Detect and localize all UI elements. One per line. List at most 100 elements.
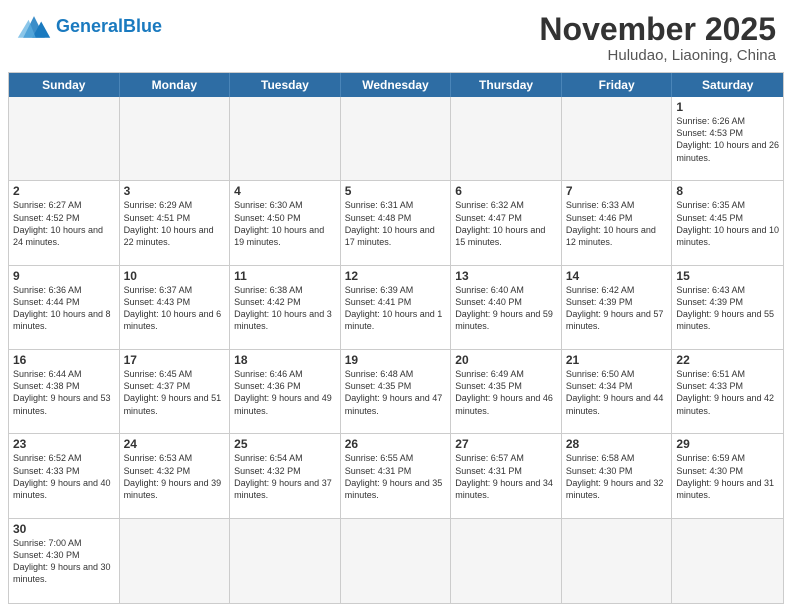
day-number: 7: [566, 184, 668, 198]
cell-info: Sunrise: 6:57 AMSunset: 4:31 PMDaylight:…: [455, 452, 557, 501]
day-cell-19: 19Sunrise: 6:48 AMSunset: 4:35 PMDayligh…: [341, 350, 452, 434]
cell-info: Sunrise: 6:50 AMSunset: 4:34 PMDaylight:…: [566, 368, 668, 417]
day-number: 6: [455, 184, 557, 198]
cell-info: Sunrise: 6:53 AMSunset: 4:32 PMDaylight:…: [124, 452, 226, 501]
calendar: Sunday Monday Tuesday Wednesday Thursday…: [8, 72, 784, 604]
day-number: 5: [345, 184, 447, 198]
cell-info: Sunrise: 6:54 AMSunset: 4:32 PMDaylight:…: [234, 452, 336, 501]
cell-info: Sunrise: 6:33 AMSunset: 4:46 PMDaylight:…: [566, 199, 668, 248]
empty-cell: [672, 519, 783, 603]
day-number: 13: [455, 269, 557, 283]
cell-info: Sunrise: 6:37 AMSunset: 4:43 PMDaylight:…: [124, 284, 226, 333]
day-cell-28: 28Sunrise: 6:58 AMSunset: 4:30 PMDayligh…: [562, 434, 673, 518]
cell-info: Sunrise: 6:27 AMSunset: 4:52 PMDaylight:…: [13, 199, 115, 248]
empty-cell: [562, 97, 673, 181]
calendar-grid: 1Sunrise: 6:26 AMSunset: 4:53 PMDaylight…: [9, 97, 783, 603]
day-headers: Sunday Monday Tuesday Wednesday Thursday…: [9, 73, 783, 97]
day-cell-3: 3Sunrise: 6:29 AMSunset: 4:51 PMDaylight…: [120, 181, 231, 265]
header: GeneralBlue November 2025 Huludao, Liaon…: [0, 0, 792, 72]
cell-info: Sunrise: 6:55 AMSunset: 4:31 PMDaylight:…: [345, 452, 447, 501]
day-cell-12: 12Sunrise: 6:39 AMSunset: 4:41 PMDayligh…: [341, 266, 452, 350]
day-cell-4: 4Sunrise: 6:30 AMSunset: 4:50 PMDaylight…: [230, 181, 341, 265]
day-cell-22: 22Sunrise: 6:51 AMSunset: 4:33 PMDayligh…: [672, 350, 783, 434]
cell-info: Sunrise: 6:29 AMSunset: 4:51 PMDaylight:…: [124, 199, 226, 248]
day-number: 20: [455, 353, 557, 367]
day-number: 19: [345, 353, 447, 367]
day-cell-5: 5Sunrise: 6:31 AMSunset: 4:48 PMDaylight…: [341, 181, 452, 265]
empty-cell: [230, 97, 341, 181]
day-number: 29: [676, 437, 779, 451]
day-number: 3: [124, 184, 226, 198]
day-number: 25: [234, 437, 336, 451]
empty-cell: [451, 519, 562, 603]
day-cell-26: 26Sunrise: 6:55 AMSunset: 4:31 PMDayligh…: [341, 434, 452, 518]
day-number: 8: [676, 184, 779, 198]
header-monday: Monday: [120, 73, 231, 97]
logo-text: GeneralBlue: [56, 17, 162, 35]
empty-cell: [120, 519, 231, 603]
day-number: 16: [13, 353, 115, 367]
month-title: November 2025: [539, 12, 776, 47]
day-number: 23: [13, 437, 115, 451]
empty-cell: [341, 97, 452, 181]
day-number: 30: [13, 522, 115, 536]
day-cell-30: 30Sunrise: 7:00 AMSunset: 4:30 PMDayligh…: [9, 519, 120, 603]
day-cell-16: 16Sunrise: 6:44 AMSunset: 4:38 PMDayligh…: [9, 350, 120, 434]
header-saturday: Saturday: [672, 73, 783, 97]
cell-info: Sunrise: 6:39 AMSunset: 4:41 PMDaylight:…: [345, 284, 447, 333]
day-cell-9: 9Sunrise: 6:36 AMSunset: 4:44 PMDaylight…: [9, 266, 120, 350]
cell-info: Sunrise: 6:52 AMSunset: 4:33 PMDaylight:…: [13, 452, 115, 501]
day-cell-24: 24Sunrise: 6:53 AMSunset: 4:32 PMDayligh…: [120, 434, 231, 518]
logo-icon: [16, 12, 52, 40]
header-sunday: Sunday: [9, 73, 120, 97]
cell-info: Sunrise: 6:35 AMSunset: 4:45 PMDaylight:…: [676, 199, 779, 248]
empty-cell: [230, 519, 341, 603]
day-number: 24: [124, 437, 226, 451]
cell-info: Sunrise: 6:49 AMSunset: 4:35 PMDaylight:…: [455, 368, 557, 417]
location-title: Huludao, Liaoning, China: [539, 47, 776, 64]
cell-info: Sunrise: 6:58 AMSunset: 4:30 PMDaylight:…: [566, 452, 668, 501]
day-number: 11: [234, 269, 336, 283]
cell-info: Sunrise: 6:46 AMSunset: 4:36 PMDaylight:…: [234, 368, 336, 417]
day-cell-15: 15Sunrise: 6:43 AMSunset: 4:39 PMDayligh…: [672, 266, 783, 350]
day-number: 14: [566, 269, 668, 283]
day-number: 9: [13, 269, 115, 283]
day-cell-23: 23Sunrise: 6:52 AMSunset: 4:33 PMDayligh…: [9, 434, 120, 518]
cell-info: Sunrise: 6:26 AMSunset: 4:53 PMDaylight:…: [676, 115, 779, 164]
cell-info: Sunrise: 6:59 AMSunset: 4:30 PMDaylight:…: [676, 452, 779, 501]
day-number: 27: [455, 437, 557, 451]
cell-info: Sunrise: 6:38 AMSunset: 4:42 PMDaylight:…: [234, 284, 336, 333]
logo-blue: Blue: [123, 16, 162, 36]
logo: GeneralBlue: [16, 12, 162, 40]
cell-info: Sunrise: 7:00 AMSunset: 4:30 PMDaylight:…: [13, 537, 115, 586]
day-number: 12: [345, 269, 447, 283]
day-number: 1: [676, 100, 779, 114]
day-cell-6: 6Sunrise: 6:32 AMSunset: 4:47 PMDaylight…: [451, 181, 562, 265]
day-cell-25: 25Sunrise: 6:54 AMSunset: 4:32 PMDayligh…: [230, 434, 341, 518]
header-thursday: Thursday: [451, 73, 562, 97]
day-cell-13: 13Sunrise: 6:40 AMSunset: 4:40 PMDayligh…: [451, 266, 562, 350]
day-number: 22: [676, 353, 779, 367]
empty-cell: [562, 519, 673, 603]
cell-info: Sunrise: 6:48 AMSunset: 4:35 PMDaylight:…: [345, 368, 447, 417]
day-cell-21: 21Sunrise: 6:50 AMSunset: 4:34 PMDayligh…: [562, 350, 673, 434]
day-number: 26: [345, 437, 447, 451]
cell-info: Sunrise: 6:40 AMSunset: 4:40 PMDaylight:…: [455, 284, 557, 333]
day-number: 18: [234, 353, 336, 367]
empty-cell: [341, 519, 452, 603]
day-number: 17: [124, 353, 226, 367]
empty-cell: [120, 97, 231, 181]
day-cell-14: 14Sunrise: 6:42 AMSunset: 4:39 PMDayligh…: [562, 266, 673, 350]
day-cell-11: 11Sunrise: 6:38 AMSunset: 4:42 PMDayligh…: [230, 266, 341, 350]
day-cell-2: 2Sunrise: 6:27 AMSunset: 4:52 PMDaylight…: [9, 181, 120, 265]
header-wednesday: Wednesday: [341, 73, 452, 97]
day-number: 4: [234, 184, 336, 198]
day-cell-10: 10Sunrise: 6:37 AMSunset: 4:43 PMDayligh…: [120, 266, 231, 350]
title-block: November 2025 Huludao, Liaoning, China: [539, 12, 776, 64]
cell-info: Sunrise: 6:30 AMSunset: 4:50 PMDaylight:…: [234, 199, 336, 248]
logo-general: General: [56, 16, 123, 36]
header-friday: Friday: [562, 73, 673, 97]
cell-info: Sunrise: 6:36 AMSunset: 4:44 PMDaylight:…: [13, 284, 115, 333]
day-cell-8: 8Sunrise: 6:35 AMSunset: 4:45 PMDaylight…: [672, 181, 783, 265]
empty-cell: [9, 97, 120, 181]
